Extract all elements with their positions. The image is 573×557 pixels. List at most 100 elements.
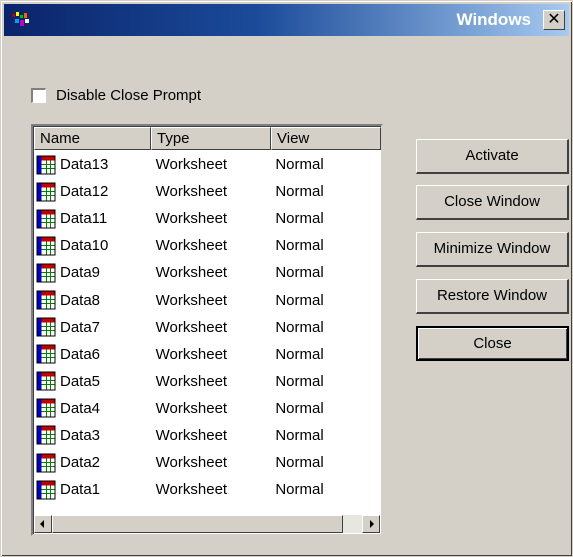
disable-close-prompt-label: Disable Close Prompt xyxy=(56,86,202,104)
row-view: Normal xyxy=(275,454,324,472)
row-name-cell: Data5 xyxy=(34,371,151,391)
row-type: Worksheet xyxy=(155,399,228,417)
disable-close-prompt-option[interactable]: Disable Close Prompt xyxy=(31,85,201,105)
list-item[interactable]: Data3 Worksheet Normal xyxy=(34,422,380,449)
close-window-button[interactable]: Close Window xyxy=(416,185,569,220)
app-icon xyxy=(12,12,29,26)
list-item[interactable]: Data11 Worksheet Normal xyxy=(34,205,380,232)
list-item[interactable]: Data1 Worksheet Normal xyxy=(34,476,380,503)
arrow-left-icon xyxy=(40,520,44,528)
list-item[interactable]: Data5 Worksheet Normal xyxy=(34,368,380,395)
column-header-view[interactable]: View xyxy=(271,127,381,150)
worksheet-icon xyxy=(36,344,56,364)
row-name: Data12 xyxy=(60,183,109,201)
window-title: Windows xyxy=(456,10,531,29)
row-type: Worksheet xyxy=(155,291,228,309)
row-name: Data11 xyxy=(60,210,108,228)
row-name: Data5 xyxy=(60,372,101,390)
row-name: Data9 xyxy=(60,264,101,282)
worksheet-icon xyxy=(36,182,56,202)
restore-window-button[interactable]: Restore Window xyxy=(416,279,569,314)
row-view: Normal xyxy=(275,264,324,282)
minimize-window-button[interactable]: Minimize Window xyxy=(416,232,569,267)
worksheet-icon xyxy=(36,453,56,473)
worksheet-icon xyxy=(36,209,56,229)
row-name: Data10 xyxy=(60,237,109,255)
column-header-name[interactable]: Name xyxy=(34,127,151,150)
close-button[interactable]: Close xyxy=(416,326,569,361)
close-icon[interactable]: ✕ xyxy=(543,10,565,30)
row-view: Normal xyxy=(275,372,324,390)
row-type: Worksheet xyxy=(155,426,228,444)
row-name-cell: Data1 xyxy=(34,480,151,500)
list-item[interactable]: Data13 Worksheet Normal xyxy=(34,151,380,178)
list-item[interactable]: Data8 Worksheet Normal xyxy=(34,286,380,313)
row-name-cell: Data9 xyxy=(34,263,151,283)
row-view: Normal xyxy=(275,237,324,255)
list-item[interactable]: Data4 Worksheet Normal xyxy=(34,395,380,422)
row-name-cell: Data6 xyxy=(34,344,151,364)
worksheet-icon xyxy=(36,425,56,445)
scroll-left-button[interactable] xyxy=(34,515,52,533)
row-type: Worksheet xyxy=(155,481,228,499)
row-name: Data1 xyxy=(60,481,101,499)
row-view: Normal xyxy=(275,210,324,228)
list-item[interactable]: Data7 Worksheet Normal xyxy=(34,314,380,341)
row-view: Normal xyxy=(275,481,324,499)
list-header: Name Type View xyxy=(34,127,381,150)
scroll-right-button[interactable] xyxy=(362,515,380,533)
list-rows: Data13 Worksheet Normal Data12 Worksheet Norm… xyxy=(34,151,380,503)
row-view: Normal xyxy=(275,426,324,444)
row-type: Worksheet xyxy=(155,264,228,282)
worksheet-icon xyxy=(36,317,56,337)
row-name-cell: Data2 xyxy=(34,453,151,473)
row-name-cell: Data7 xyxy=(34,317,151,337)
worksheet-icon xyxy=(36,155,56,175)
row-name-cell: Data10 xyxy=(34,236,151,256)
list-item[interactable]: Data6 Worksheet Normal xyxy=(34,341,380,368)
list-item[interactable]: Data12 Worksheet Normal xyxy=(34,178,380,205)
row-name: Data8 xyxy=(60,291,101,309)
disable-close-prompt-checkbox[interactable] xyxy=(31,87,46,103)
row-view: Normal xyxy=(275,183,324,201)
row-name-cell: Data3 xyxy=(34,425,151,445)
worksheet-icon xyxy=(36,263,56,283)
row-view: Normal xyxy=(275,345,324,363)
list-item[interactable]: Data9 Worksheet Normal xyxy=(34,259,380,286)
row-name-cell: Data8 xyxy=(34,290,151,310)
worksheet-icon xyxy=(36,480,56,500)
horizontal-scrollbar[interactable] xyxy=(34,515,380,533)
scrollbar-thumb[interactable] xyxy=(52,515,343,533)
row-name-cell: Data4 xyxy=(34,398,151,418)
row-view: Normal xyxy=(275,156,324,174)
row-view: Normal xyxy=(275,318,324,336)
windows-dialog: Windows ✕ Disable Close Prompt Name Type… xyxy=(0,0,573,557)
row-name-cell: Data13 xyxy=(34,155,151,175)
worksheet-icon xyxy=(36,398,56,418)
activate-button[interactable]: Activate xyxy=(416,139,569,174)
row-type: Worksheet xyxy=(155,454,228,472)
window-list[interactable]: Name Type View Data13 Worksheet Normal Data… xyxy=(31,124,383,536)
row-type: Worksheet xyxy=(155,318,228,336)
arrow-right-icon xyxy=(370,520,374,528)
row-type: Worksheet xyxy=(155,372,228,390)
row-name-cell: Data11 xyxy=(34,209,151,229)
row-name: Data4 xyxy=(60,399,101,417)
list-item[interactable]: Data2 Worksheet Normal xyxy=(34,449,380,476)
row-type: Worksheet xyxy=(155,345,228,363)
worksheet-icon xyxy=(36,290,56,310)
row-type: Worksheet xyxy=(155,237,228,255)
row-view: Normal xyxy=(275,291,324,309)
worksheet-icon xyxy=(36,371,56,391)
title-bar[interactable]: Windows ✕ xyxy=(4,4,569,36)
row-view: Normal xyxy=(275,399,324,417)
row-type: Worksheet xyxy=(155,156,228,174)
row-name: Data2 xyxy=(60,454,101,472)
column-header-type[interactable]: Type xyxy=(151,127,271,150)
row-name-cell: Data12 xyxy=(34,182,151,202)
row-name: Data6 xyxy=(60,345,101,363)
list-item[interactable]: Data10 Worksheet Normal xyxy=(34,232,380,259)
row-name: Data3 xyxy=(60,426,101,444)
row-name: Data13 xyxy=(60,156,109,174)
row-type: Worksheet xyxy=(155,210,228,228)
